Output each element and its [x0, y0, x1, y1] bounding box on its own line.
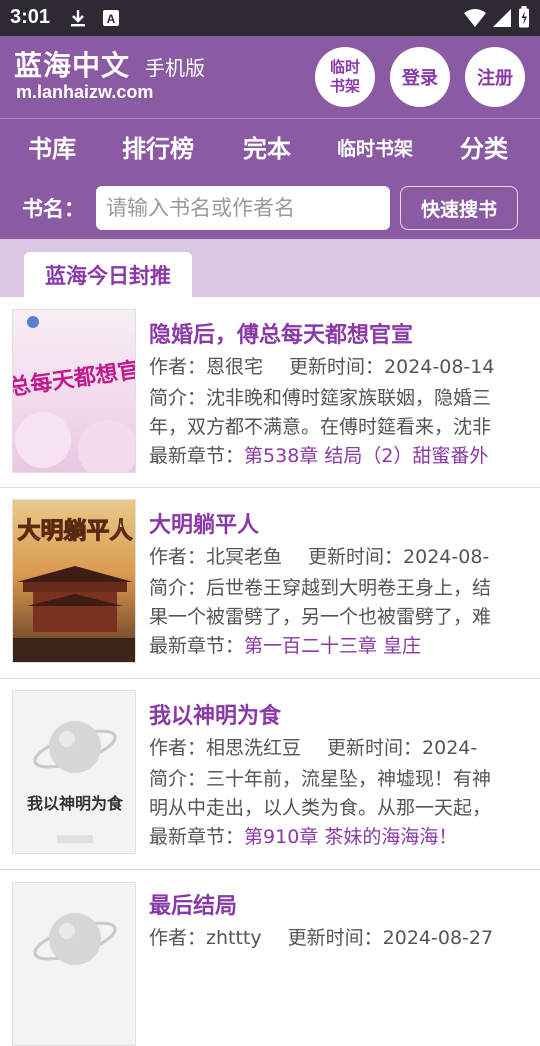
book-author: 北冥老鱼	[206, 546, 283, 568]
book-intro-line-2: 年，双方都不满意。在傅时筵看来，沈非	[149, 416, 492, 438]
book-meta: 作者：zhttty 更新时间：2024-08-27	[149, 924, 529, 952]
book-latest: 最新章节：第910章 茶妹的海海海！	[149, 823, 529, 851]
book-intro-line-2: 明从中走出，以人类为食。从那一天起，	[149, 797, 492, 819]
wifi-icon	[464, 9, 486, 27]
book-intro: 后世卷王穿越到大明卷王身上，结	[206, 577, 492, 599]
book-meta: 作者：恩很宅 更新时间：2024-08-14	[149, 353, 529, 381]
book-latest: 最新章节：第538章 结局（2）甜蜜番外	[149, 442, 529, 470]
book-title[interactable]: 我以神明为食	[149, 698, 281, 730]
login-button[interactable]: 登录	[390, 47, 450, 107]
book-cover-image: 傅总每天都想官宣	[13, 310, 135, 472]
cover-title-text: 大明躺平人	[18, 517, 134, 544]
divider	[0, 869, 540, 870]
author-label: 作者：	[149, 546, 207, 568]
latest-chapter-link[interactable]: 第910章 茶妹的海海海！	[244, 826, 457, 848]
intro-label: 简介：	[149, 768, 207, 790]
book-intro-line-1: 简介：三十年前，流星坠，神墟现！有神	[149, 765, 529, 793]
site-url: m.lanhaizw.com	[16, 82, 154, 102]
book-intro: 三十年前，流星坠，神墟现！有神	[206, 768, 492, 790]
temp-shelf-button[interactable]: 临时书架	[315, 47, 375, 107]
section-tab-today-recommend[interactable]: 蓝海今日封推	[24, 252, 192, 297]
signal-icon	[493, 9, 511, 27]
book-author: 相思洗红豆	[206, 737, 302, 759]
cover-title-text: 我以神明为食	[27, 794, 124, 813]
book-title[interactable]: 大明躺平人	[149, 507, 259, 539]
intro-label: 简介：	[149, 577, 207, 599]
book-cover-image: 我以神明为食	[13, 691, 135, 853]
book-cover-image	[13, 883, 135, 1045]
book-author: 恩很宅	[206, 356, 264, 378]
book-author: zhttty	[206, 927, 262, 949]
book-title[interactable]: 隐婚后，傅总每天都想官宣	[149, 317, 413, 349]
main-nav: 书库 排行榜 完本 临时书架 分类	[0, 119, 540, 175]
book-latest: 最新章节：第一百二十三章 皇庄	[149, 632, 529, 660]
latest-label: 最新章节：	[149, 635, 245, 657]
author-label: 作者：	[149, 737, 207, 759]
book-cover[interactable]	[12, 882, 136, 1046]
book-cover[interactable]: 我以神明为食	[12, 690, 136, 854]
author-label: 作者：	[149, 356, 207, 378]
book-cover[interactable]: 大明躺平人	[12, 499, 136, 663]
latest-chapter-link[interactable]: 第一百二十三章 皇庄	[244, 635, 421, 657]
book-intro-line-1: 简介：后世卷王穿越到大明卷王身上，结	[149, 574, 529, 602]
updated-label: 更新时间：	[289, 356, 385, 378]
site-subtitle: 手机版	[145, 56, 205, 80]
updated-label: 更新时间：	[287, 927, 383, 949]
site-name[interactable]: 蓝海中文	[14, 44, 130, 84]
nav-item-category[interactable]: 分类	[460, 129, 508, 164]
nav-item-library[interactable]: 书库	[28, 129, 76, 164]
nav-item-completed[interactable]: 完本	[243, 129, 291, 164]
book-cover[interactable]: 傅总每天都想官宣	[12, 309, 136, 473]
search-button[interactable]: 快速搜书	[400, 186, 518, 230]
status-bar: 3:01 A	[0, 0, 540, 36]
svg-text:A: A	[107, 12, 116, 26]
book-intro: 沈非晚和傅时筵家族联姻，隐婚三	[206, 387, 492, 409]
updated-label: 更新时间：	[327, 737, 423, 759]
author-label: 作者：	[149, 927, 207, 949]
site-header: 蓝海中文 手机版 m.lanhaizw.com 临时书架 登录 注册	[0, 36, 540, 118]
intro-label: 简介：	[149, 387, 207, 409]
battery-icon	[519, 6, 529, 28]
book-meta: 作者：相思洗红豆 更新时间：2024-	[149, 734, 529, 762]
book-meta: 作者：北冥老鱼 更新时间：2024-08-	[149, 543, 529, 571]
book-updated: 2024-08-	[403, 546, 490, 568]
latest-label: 最新章节：	[149, 826, 245, 848]
latest-chapter-link[interactable]: 第538章 结局（2）甜蜜番外	[244, 445, 488, 467]
book-title[interactable]: 最后结局	[149, 888, 237, 920]
nav-item-temp-shelf[interactable]: 临时书架	[337, 134, 413, 161]
book-intro-line-1: 简介：沈非晚和傅时筵家族联姻，隐婚三	[149, 384, 529, 412]
status-time: 3:01	[10, 6, 51, 28]
divider	[0, 487, 540, 488]
latest-label: 最新章节：	[149, 445, 245, 467]
search-input[interactable]	[96, 186, 390, 230]
section-header: 蓝海今日封推	[0, 239, 540, 297]
divider	[0, 678, 540, 679]
book-updated: 2024-08-14	[384, 356, 495, 378]
book-updated: 2024-08-27	[382, 927, 494, 949]
register-button[interactable]: 注册	[465, 47, 525, 107]
nav-item-ranking[interactable]: 排行榜	[122, 129, 194, 164]
book-updated: 2024-	[422, 737, 478, 759]
book-intro-line-2: 果一个被雷劈了，另一个也被雷劈了，难	[149, 606, 492, 628]
search-bar: 书名： 快速搜书	[0, 175, 540, 239]
updated-label: 更新时间：	[308, 546, 404, 568]
notification-a-icon: A	[103, 10, 119, 26]
download-icon	[71, 10, 85, 27]
book-cover-image: 大明躺平人	[13, 500, 135, 662]
search-label: 书名：	[22, 197, 85, 221]
